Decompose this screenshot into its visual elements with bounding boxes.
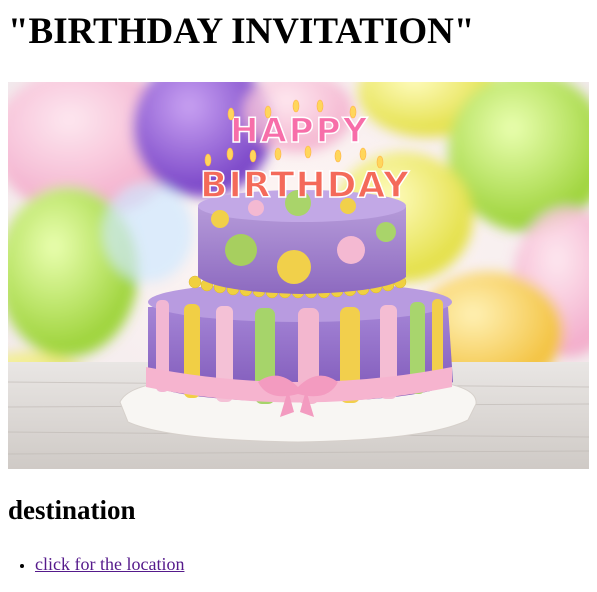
section-heading: destination (8, 495, 136, 525)
page-title: "BIRTHDAY INVITATION" (8, 11, 475, 52)
page: "BIRTHDAY INVITATION" HAPPY BIRTHDAY des… (0, 0, 597, 592)
candle-text-bottom: BIRTHDAY (200, 165, 410, 206)
list-item: click for the location (35, 553, 184, 575)
cake-illustration: HAPPY BIRTHDAY (8, 82, 589, 469)
link-list: click for the location (8, 553, 184, 575)
candle-text-top: HAPPY (230, 111, 369, 151)
birthday-cake-image: HAPPY BIRTHDAY (8, 82, 589, 469)
location-link[interactable]: click for the location (35, 554, 184, 574)
